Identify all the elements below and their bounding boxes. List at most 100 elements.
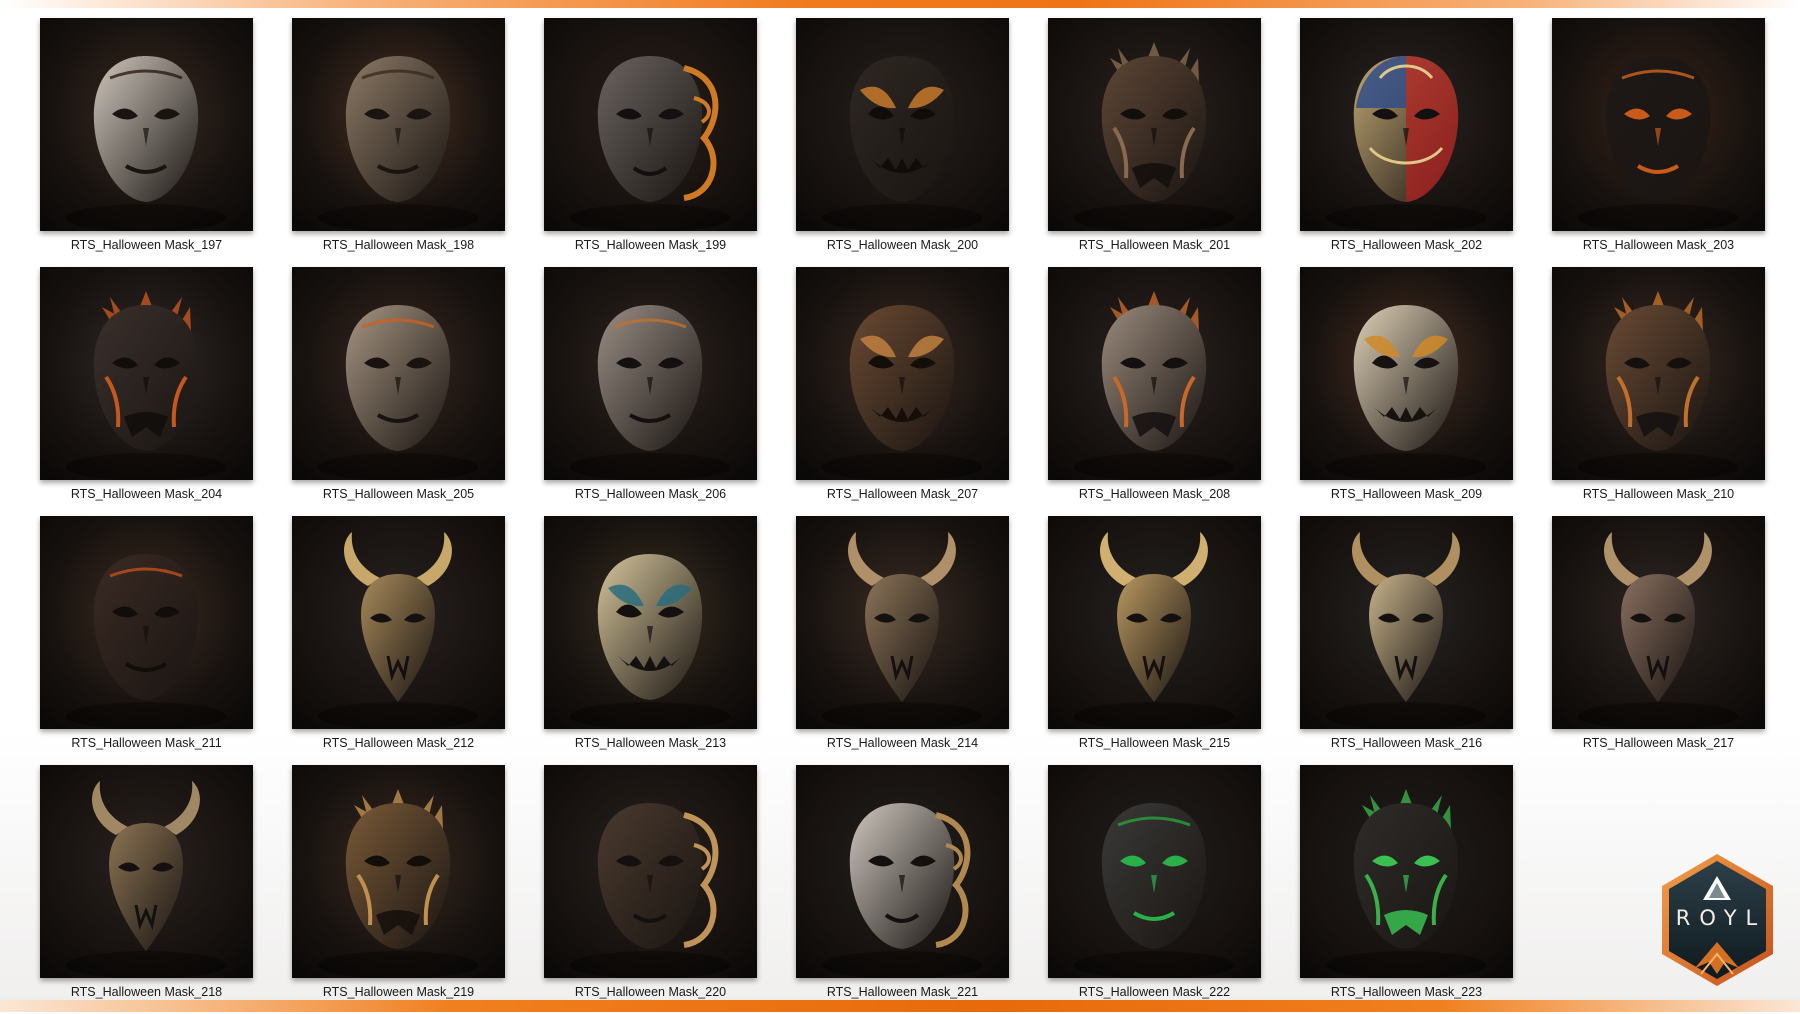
thumbnail-image[interactable] [292, 516, 505, 729]
thumbnail-image[interactable] [544, 267, 757, 480]
thumbnail-tile[interactable]: RTS_Halloween Mask_220 [544, 765, 757, 1014]
thumbnail-tile[interactable]: RTS_Halloween Mask_212 [292, 516, 505, 765]
thumbnail-caption: RTS_Halloween Mask_208 [1078, 487, 1231, 501]
thumbnail-image[interactable] [1300, 18, 1513, 231]
halloween-mask-image [1048, 267, 1261, 480]
thumbnail-tile[interactable]: RTS_Halloween Mask_215 [1048, 516, 1261, 765]
halloween-mask-image [544, 516, 757, 729]
thumbnail-image[interactable] [544, 765, 757, 978]
thumbnail-caption: RTS_Halloween Mask_217 [1582, 736, 1735, 750]
halloween-mask-image [1048, 516, 1261, 729]
thumbnail-image[interactable] [292, 267, 505, 480]
thumbnail-caption: RTS_Halloween Mask_198 [322, 238, 475, 252]
thumbnail-caption: RTS_Halloween Mask_206 [574, 487, 727, 501]
thumbnail-image[interactable] [40, 765, 253, 978]
thumbnail-tile[interactable]: RTS_Halloween Mask_208 [1048, 267, 1261, 516]
halloween-mask-image [1552, 18, 1765, 231]
halloween-mask-image [544, 765, 757, 978]
thumbnail-image[interactable] [40, 516, 253, 729]
thumbnail-tile[interactable]: RTS_Halloween Mask_223 [1300, 765, 1513, 1014]
halloween-mask-image [1552, 267, 1765, 480]
halloween-mask-image [796, 18, 1009, 231]
thumbnail-caption: RTS_Halloween Mask_210 [1582, 487, 1735, 501]
thumbnail-tile[interactable]: RTS_Halloween Mask_211 [40, 516, 253, 765]
thumbnail-tile[interactable]: RTS_Halloween Mask_218 [40, 765, 253, 1014]
thumbnail-caption: RTS_Halloween Mask_214 [826, 736, 979, 750]
thumbnail-tile[interactable]: RTS_Halloween Mask_201 [1048, 18, 1261, 267]
thumbnail-tile[interactable]: RTS_Halloween Mask_210 [1552, 267, 1765, 516]
thumbnail-tile[interactable]: RTS_Halloween Mask_221 [796, 765, 1009, 1014]
halloween-mask-image [1300, 18, 1513, 231]
royl-logo: ROYL [1655, 850, 1780, 990]
thumbnail-tile[interactable]: RTS_Halloween Mask_205 [292, 267, 505, 516]
thumbnail-tile[interactable]: RTS_Halloween Mask_219 [292, 765, 505, 1014]
thumbnail-caption: RTS_Halloween Mask_199 [574, 238, 727, 252]
logo-text: ROYL [1675, 906, 1767, 930]
thumbnail-grid: RTS_Halloween Mask_197 RTS_Halloween Mas… [40, 18, 1765, 999]
thumbnail-image[interactable] [1048, 18, 1261, 231]
thumbnail-image[interactable] [40, 267, 253, 480]
halloween-mask-image [292, 765, 505, 978]
thumbnail-caption: RTS_Halloween Mask_203 [1582, 238, 1735, 252]
thumbnail-image[interactable] [796, 18, 1009, 231]
thumbnail-caption: RTS_Halloween Mask_197 [70, 238, 223, 252]
thumbnail-image[interactable] [796, 765, 1009, 978]
thumbnail-caption: RTS_Halloween Mask_209 [1330, 487, 1483, 501]
thumbnail-image[interactable] [1048, 267, 1261, 480]
thumbnail-image[interactable] [1552, 18, 1765, 231]
thumbnail-image[interactable] [1300, 516, 1513, 729]
thumbnail-tile[interactable]: RTS_Halloween Mask_207 [796, 267, 1009, 516]
thumbnail-caption: RTS_Halloween Mask_223 [1330, 985, 1483, 999]
halloween-mask-image [292, 267, 505, 480]
thumbnail-caption: RTS_Halloween Mask_221 [826, 985, 979, 999]
thumbnail-tile[interactable]: RTS_Halloween Mask_213 [544, 516, 757, 765]
thumbnail-tile[interactable]: RTS_Halloween Mask_214 [796, 516, 1009, 765]
halloween-mask-image [1048, 18, 1261, 231]
halloween-mask-image [1300, 516, 1513, 729]
thumbnail-caption: RTS_Halloween Mask_201 [1078, 238, 1231, 252]
thumbnail-caption: RTS_Halloween Mask_202 [1330, 238, 1483, 252]
thumbnail-caption: RTS_Halloween Mask_219 [322, 985, 475, 999]
thumbnail-tile[interactable]: RTS_Halloween Mask_209 [1300, 267, 1513, 516]
thumbnail-tile[interactable]: RTS_Halloween Mask_197 [40, 18, 253, 267]
halloween-mask-image [40, 267, 253, 480]
halloween-mask-image [40, 18, 253, 231]
thumbnail-image[interactable] [544, 516, 757, 729]
thumbnail-image[interactable] [1300, 765, 1513, 978]
thumbnail-tile[interactable]: RTS_Halloween Mask_204 [40, 267, 253, 516]
thumbnail-image[interactable] [1300, 267, 1513, 480]
bottom-accent-bar [0, 1000, 1800, 1012]
halloween-mask-image [1552, 516, 1765, 729]
halloween-mask-image [1048, 765, 1261, 978]
halloween-mask-image [40, 765, 253, 978]
thumbnail-caption: RTS_Halloween Mask_207 [826, 487, 979, 501]
thumbnail-image[interactable] [40, 18, 253, 231]
thumbnail-image[interactable] [1048, 516, 1261, 729]
thumbnail-tile[interactable]: RTS_Halloween Mask_206 [544, 267, 757, 516]
halloween-mask-image [1300, 267, 1513, 480]
thumbnail-image[interactable] [1552, 516, 1765, 729]
thumbnail-tile[interactable]: RTS_Halloween Mask_216 [1300, 516, 1513, 765]
thumbnail-image[interactable] [544, 18, 757, 231]
thumbnail-tile[interactable]: RTS_Halloween Mask_200 [796, 18, 1009, 267]
thumbnail-tile[interactable]: RTS_Halloween Mask_203 [1552, 18, 1765, 267]
halloween-mask-image [796, 516, 1009, 729]
thumbnail-caption: RTS_Halloween Mask_216 [1330, 736, 1483, 750]
thumbnail-tile[interactable]: RTS_Halloween Mask_198 [292, 18, 505, 267]
thumbnail-tile[interactable]: RTS_Halloween Mask_199 [544, 18, 757, 267]
thumbnail-tile[interactable]: RTS_Halloween Mask_217 [1552, 516, 1765, 765]
thumbnail-image[interactable] [292, 18, 505, 231]
thumbnail-image[interactable] [1048, 765, 1261, 978]
thumbnail-caption: RTS_Halloween Mask_220 [574, 985, 727, 999]
halloween-mask-image [544, 267, 757, 480]
halloween-mask-image [796, 267, 1009, 480]
thumbnail-image[interactable] [796, 267, 1009, 480]
halloween-mask-image [544, 18, 757, 231]
thumbnail-tile[interactable]: RTS_Halloween Mask_202 [1300, 18, 1513, 267]
thumbnail-caption: RTS_Halloween Mask_213 [574, 736, 727, 750]
thumbnail-image[interactable] [1552, 267, 1765, 480]
thumbnail-tile[interactable]: RTS_Halloween Mask_222 [1048, 765, 1261, 1014]
thumbnail-image[interactable] [292, 765, 505, 978]
thumbnail-image[interactable] [796, 516, 1009, 729]
halloween-mask-image [292, 18, 505, 231]
